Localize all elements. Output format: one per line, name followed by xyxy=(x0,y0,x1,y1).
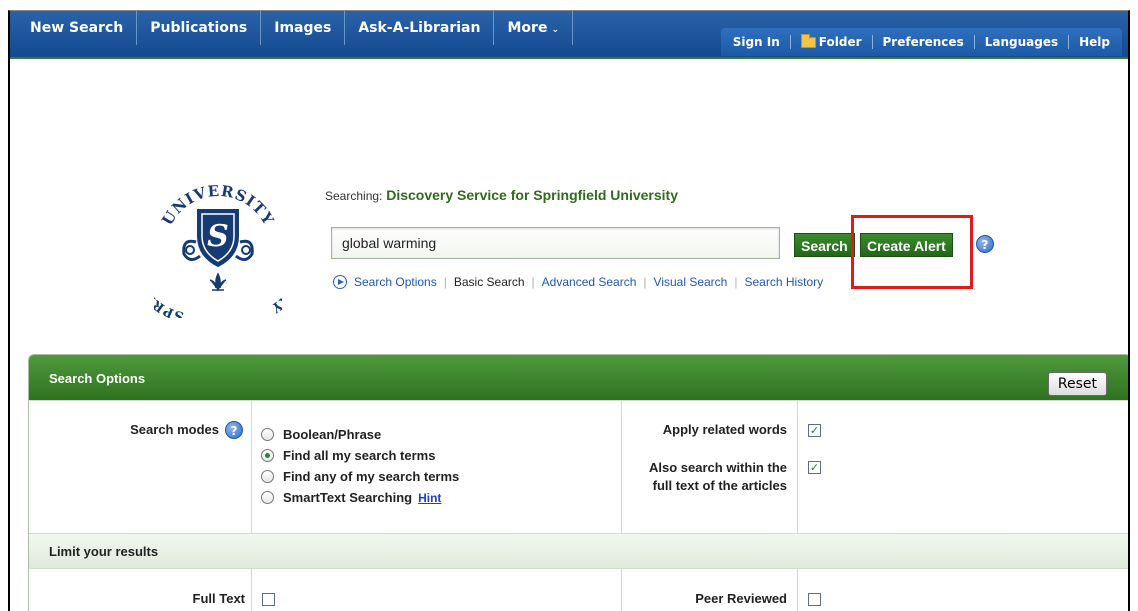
apply-related-words-label: Apply related words xyxy=(662,422,787,437)
logo-text-library: LIBRARY xyxy=(268,245,282,315)
primary-nav: New Search Publications Images Ask-A-Lib… xyxy=(20,11,573,57)
nav-publications[interactable]: Publications xyxy=(137,11,262,45)
search-button[interactable]: Search xyxy=(794,233,855,257)
chevron-down-icon: ⌄ xyxy=(551,25,559,35)
nav-images-label: Images xyxy=(274,20,332,36)
search-input[interactable]: global warming xyxy=(331,227,780,259)
also-search-line-2: full text of the articles xyxy=(652,478,787,493)
peer-reviewed-label: Peer Reviewed xyxy=(695,591,787,606)
sign-in-link[interactable]: Sign In xyxy=(723,35,791,49)
column-divider xyxy=(797,401,798,534)
search-links-row: Search Options | Basic Search | Advanced… xyxy=(333,275,823,289)
utility-nav: Sign In Folder Preferences Languages Hel… xyxy=(720,28,1122,56)
also-search-fulltext-checkbox[interactable]: ✓ xyxy=(808,461,821,474)
full-text-label: Full Text xyxy=(192,591,245,606)
top-nav-bar: New Search Publications Images Ask-A-Lib… xyxy=(10,11,1128,59)
searching-label: Searching: xyxy=(325,189,383,203)
search-modes-label: Search modes xyxy=(130,422,219,437)
search-modes-help-icon[interactable]: ? xyxy=(225,421,243,439)
search-modes-radio-group: Boolean/Phrase Find all my search terms … xyxy=(261,424,459,508)
column-divider xyxy=(621,401,622,534)
link-separator: | xyxy=(643,275,647,289)
radio-button[interactable] xyxy=(261,491,274,504)
smarttext-hint-link[interactable]: Hint xyxy=(418,491,441,505)
nav-images[interactable]: Images xyxy=(261,11,346,45)
nav-ask-a-librarian-label: Ask-A-Librarian xyxy=(358,20,481,36)
mode-label: Find all my search terms xyxy=(283,448,436,463)
search-options-title: Search Options xyxy=(49,371,146,386)
peer-reviewed-checkbox[interactable] xyxy=(808,593,821,606)
mode-find-all-terms[interactable]: Find all my search terms xyxy=(261,445,459,466)
database-name: Discovery Service for Springfield Univer… xyxy=(386,187,678,203)
column-divider xyxy=(797,569,798,611)
languages-link[interactable]: Languages xyxy=(975,35,1070,49)
mode-label: Find any of my search terms xyxy=(283,469,460,484)
column-divider xyxy=(621,569,622,611)
search-options-header: Search Options Reset xyxy=(29,355,1128,400)
page-frame: New Search Publications Images Ask-A-Lib… xyxy=(8,10,1130,611)
mode-find-any-terms[interactable]: Find any of my search terms xyxy=(261,466,459,487)
radio-button[interactable] xyxy=(261,470,274,483)
logo-text-springfield: SPRINGFIELD xyxy=(154,223,185,318)
nav-new-search[interactable]: New Search xyxy=(20,11,138,45)
nav-new-search-label: New Search xyxy=(30,20,124,36)
mode-label: SmartText Searching xyxy=(283,490,413,505)
apply-related-words-checkbox[interactable]: ✓ xyxy=(808,424,821,437)
radio-button[interactable] xyxy=(261,428,274,441)
shield-letter: S xyxy=(207,219,229,254)
nav-publications-label: Publications xyxy=(150,20,248,36)
folder-link[interactable]: Folder xyxy=(791,33,873,49)
radio-button-selected[interactable] xyxy=(261,449,274,462)
column-divider xyxy=(251,569,252,611)
searching-line: Searching: Discovery Service for Springf… xyxy=(325,187,678,203)
nav-ask-a-librarian[interactable]: Ask-A-Librarian xyxy=(345,11,495,45)
help-icon[interactable]: ? xyxy=(976,235,994,253)
also-search-line-1: Also search within the xyxy=(649,460,787,475)
search-modes-row: Search modes ? Boolean/Phrase Find all m… xyxy=(29,400,1128,534)
highlight-annotation-box xyxy=(851,215,973,289)
search-options-panel: Search Options Reset Search modes ? Bool… xyxy=(28,354,1128,611)
limit-results-header: Limit your results xyxy=(29,533,1128,569)
expand-arrow-icon[interactable] xyxy=(333,275,347,289)
help-link[interactable]: Help xyxy=(1069,35,1120,49)
also-search-fulltext-label: Also search within the full text of the … xyxy=(629,459,787,495)
basic-search-link[interactable]: Basic Search xyxy=(454,275,525,289)
mode-boolean-phrase[interactable]: Boolean/Phrase xyxy=(261,424,459,445)
full-text-checkbox[interactable] xyxy=(262,593,275,606)
fleur-de-lis-icon xyxy=(209,272,227,292)
link-separator: | xyxy=(531,275,535,289)
mode-label: Boolean/Phrase xyxy=(283,427,382,442)
column-divider xyxy=(251,401,252,534)
mode-smarttext[interactable]: SmartText Searching Hint xyxy=(261,487,459,508)
languages-label: Languages xyxy=(984,35,1059,49)
link-separator: | xyxy=(443,275,447,289)
advanced-search-link[interactable]: Advanced Search xyxy=(542,275,637,289)
svg-text:LIBRARY: LIBRARY xyxy=(268,245,282,315)
nav-more-menu[interactable]: More ⌄ xyxy=(494,11,573,45)
university-library-seal-logo: UNIVERSITY SPRINGFIELD LIBRARY S xyxy=(154,182,282,318)
folder-label: Folder xyxy=(818,35,862,49)
search-options-link[interactable]: Search Options xyxy=(354,275,437,289)
preferences-link[interactable]: Preferences xyxy=(873,35,975,49)
svg-text:SPRINGFIELD: SPRINGFIELD xyxy=(154,223,185,318)
nav-more-label: More xyxy=(507,20,548,36)
preferences-label: Preferences xyxy=(882,35,964,49)
folder-icon xyxy=(800,33,816,48)
reset-button[interactable]: Reset xyxy=(1047,372,1107,396)
search-history-link[interactable]: Search History xyxy=(744,275,823,289)
link-separator: | xyxy=(734,275,738,289)
visual-search-link[interactable]: Visual Search xyxy=(654,275,728,289)
sign-in-label: Sign In xyxy=(732,35,780,49)
help-label: Help xyxy=(1079,35,1110,49)
